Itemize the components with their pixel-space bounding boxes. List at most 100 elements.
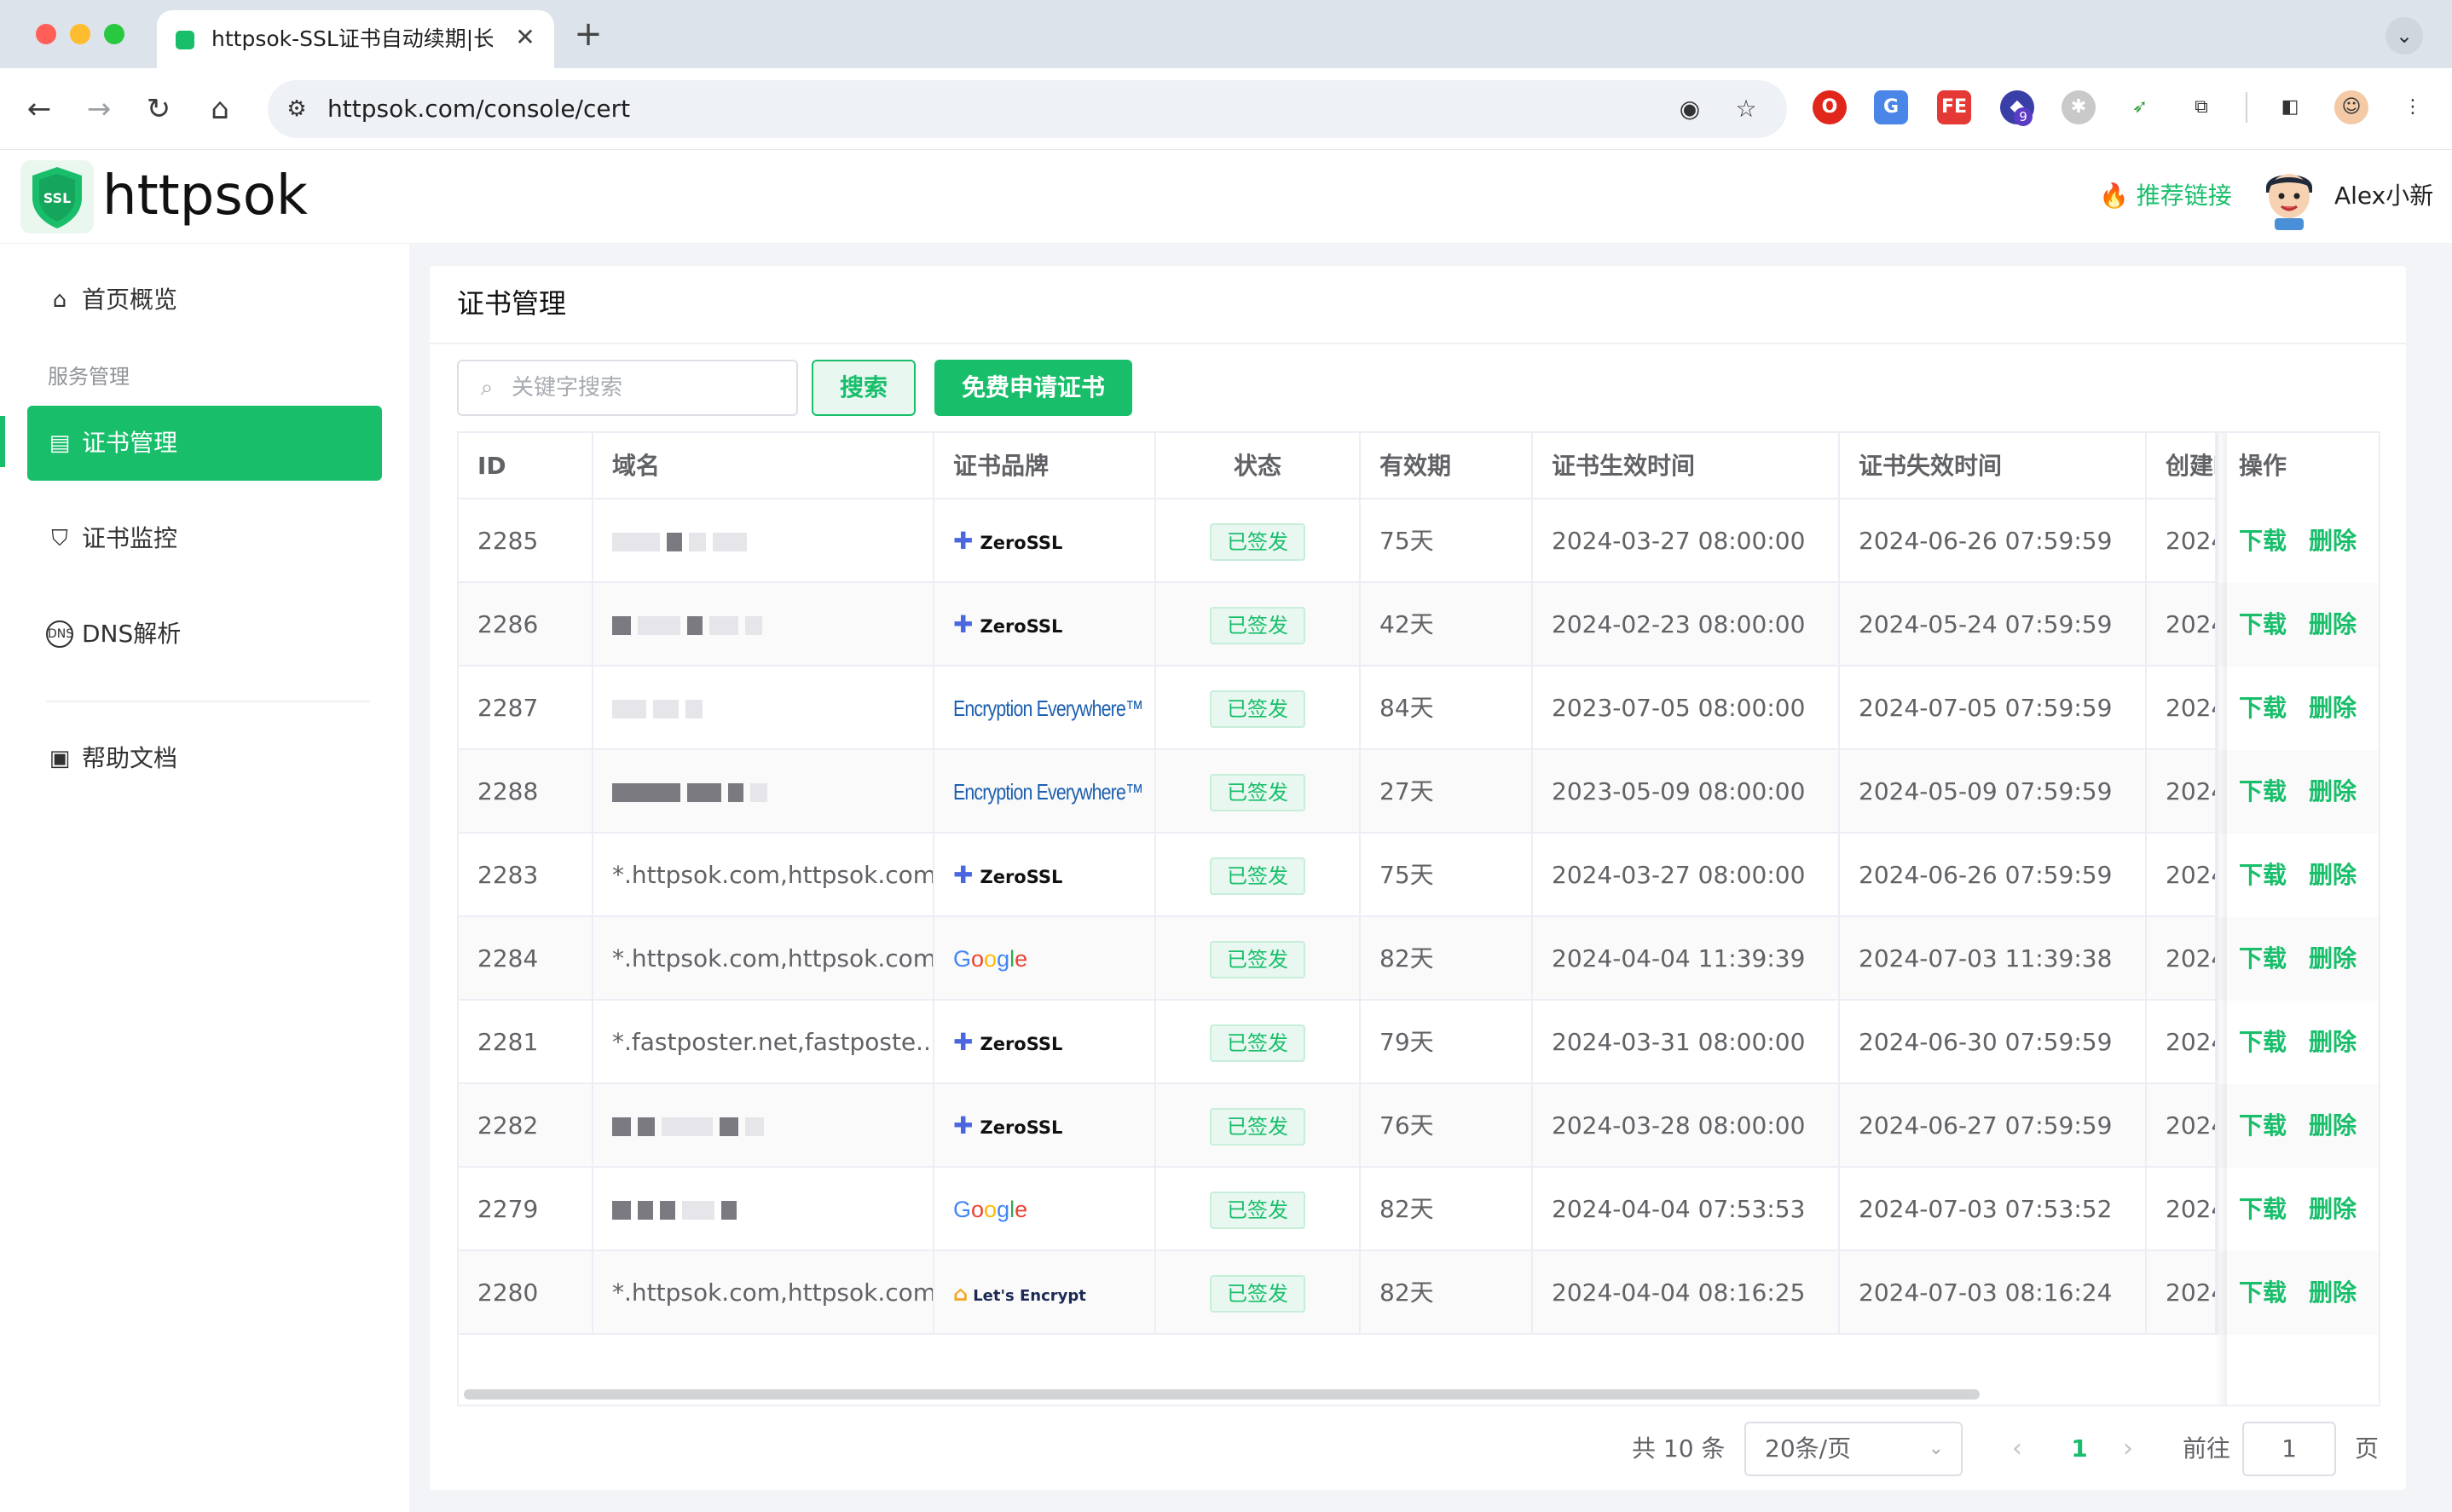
cell-id: 2287	[459, 667, 593, 750]
horizontal-scrollbar[interactable]	[464, 1389, 1980, 1399]
extension-leaf-icon[interactable]: ➶	[2123, 90, 2157, 124]
address-bar[interactable]: ⚙ httpsok.com/console/cert ◉ ☆	[268, 80, 1787, 138]
search-box[interactable]: ⌕	[457, 360, 798, 416]
delete-link[interactable]: 删除	[2309, 861, 2357, 889]
delete-link[interactable]: 删除	[2309, 527, 2357, 555]
tab-search-chevron-icon[interactable]: ⌄	[2385, 17, 2423, 55]
table-row: 2283 *.httpsok.com,httpsok.com ✚ ZeroSSL 已签发…	[459, 834, 2379, 917]
delete-link[interactable]: 删除	[2309, 944, 2357, 972]
goto-page-input[interactable]: 1	[2242, 1422, 2336, 1476]
download-link[interactable]: 下载	[2239, 1195, 2287, 1223]
download-link[interactable]: 下载	[2239, 1111, 2287, 1140]
download-link[interactable]: 下载	[2239, 777, 2287, 805]
reload-icon[interactable]: ↻	[138, 89, 179, 130]
delete-link[interactable]: 删除	[2309, 1278, 2357, 1307]
delete-link[interactable]: 删除	[2309, 777, 2357, 805]
sidebar-item-cert-monitor[interactable]: ⛉ 证书监控	[27, 501, 382, 576]
sidebar-item-dns[interactable]: DNS DNS解析	[27, 597, 382, 672]
download-link[interactable]: 下载	[2239, 694, 2287, 722]
cell-validity: 84天	[1361, 667, 1533, 750]
tab-close-icon[interactable]: ✕	[510, 22, 541, 53]
zerossl-puzzle-icon: ✚	[953, 1111, 974, 1140]
new-tab-button[interactable]: +	[570, 15, 607, 53]
brand-name: ZeroSSL	[980, 533, 1063, 553]
logo-text[interactable]: httpsok	[102, 162, 308, 230]
download-link[interactable]: 下载	[2239, 944, 2287, 972]
cell-created: 2024	[2147, 1001, 2217, 1084]
search-input[interactable]	[510, 370, 783, 406]
cell-validity: 82天	[1361, 917, 1533, 1001]
url-text[interactable]: httpsok.com/console/cert	[327, 94, 630, 124]
site-settings-icon[interactable]: ⚙	[281, 94, 312, 124]
download-link[interactable]: 下载	[2239, 527, 2287, 555]
sidebar-item-label: 首页概览	[82, 286, 178, 314]
eye-off-icon[interactable]: ◉	[1673, 94, 1707, 124]
chevron-down-icon: ⌄	[1928, 1438, 1944, 1459]
cell-domain	[593, 499, 934, 583]
page-size-select[interactable]: 20条/页 ⌄	[1744, 1422, 1963, 1476]
home-icon[interactable]: ⌂	[200, 89, 240, 130]
download-link[interactable]: 下载	[2239, 1278, 2287, 1307]
browser-tab[interactable]: httpsok-SSL证书自动续期|长沙 ✕	[157, 10, 554, 68]
recommend-link[interactable]: 🔥 推荐链接	[2099, 179, 2232, 213]
brand-letter: e	[1015, 946, 1028, 972]
redacted-block	[638, 1117, 655, 1136]
extension-translate-icon[interactable]: G	[1874, 90, 1908, 124]
cell-actions: 下载 删除	[2217, 1084, 2379, 1168]
back-arrow-icon[interactable]: ←	[19, 89, 60, 130]
username[interactable]: Alex小新	[2334, 179, 2433, 213]
table-row: 2279 Google 已签发 82天 2024-04-04 07:53:53 2024-…	[459, 1168, 2379, 1251]
download-link[interactable]: 下载	[2239, 861, 2287, 889]
extension-gear-icon[interactable]: ✱	[2062, 90, 2096, 124]
sidebar-item-label: DNS解析	[82, 620, 182, 648]
delete-link[interactable]: 删除	[2309, 694, 2357, 722]
profile-avatar-icon[interactable]: ☺	[2334, 90, 2368, 124]
cell-brand: ⌂ Let's Encrypt	[934, 1251, 1156, 1335]
window-close-button[interactable]	[36, 24, 56, 44]
download-link[interactable]: 下载	[2239, 610, 2287, 638]
cell-actions: 下载 删除	[2217, 917, 2379, 1001]
cell-brand: Google	[934, 1168, 1156, 1251]
status-badge: 已签发	[1210, 523, 1305, 561]
cell-created: 2024	[2147, 1084, 2217, 1168]
redacted-block	[662, 1117, 713, 1136]
prev-page-icon[interactable]: ‹	[2000, 1422, 2034, 1476]
window-minimize-button[interactable]	[70, 24, 90, 44]
download-link[interactable]: 下载	[2239, 1028, 2287, 1056]
delete-link[interactable]: 删除	[2309, 1195, 2357, 1223]
cell-created: 2024	[2147, 1168, 2217, 1251]
extension-opera-icon[interactable]: O	[1813, 90, 1847, 124]
extensions-puzzle-icon[interactable]: ⧉	[2184, 90, 2218, 124]
next-page-icon[interactable]: ›	[2111, 1422, 2145, 1476]
certificate-icon: ▤	[49, 430, 71, 456]
sidebar-item-cert-management[interactable]: ▤ 证书管理	[27, 406, 382, 481]
cell-brand: ✚ ZeroSSL	[934, 583, 1156, 667]
window-zoom-button[interactable]	[104, 24, 124, 44]
table-row: 2287 Encryption Everywhere™ 已签发 84天 2023-07-…	[459, 667, 2379, 750]
ssl-shield-logo-icon[interactable]: SSL	[20, 160, 94, 234]
redacted-block	[713, 533, 747, 551]
delete-link[interactable]: 删除	[2309, 610, 2357, 638]
cell-domain	[593, 750, 934, 834]
side-panel-icon[interactable]: ◧	[2273, 90, 2307, 124]
delete-link[interactable]: 删除	[2309, 1111, 2357, 1140]
user-avatar[interactable]	[2259, 162, 2319, 230]
search-button[interactable]: 搜索	[812, 360, 916, 416]
forward-arrow-icon[interactable]: →	[78, 89, 119, 130]
sidebar-item-docs[interactable]: ▣ 帮助文档	[27, 721, 382, 796]
redacted-block	[687, 783, 721, 802]
column-header-id: ID	[459, 433, 593, 499]
page-number-current[interactable]: 1	[2058, 1422, 2101, 1476]
brand-name: ZeroSSL	[980, 867, 1063, 887]
table-row: 2282 ✚ ZeroSSL 已签发 76天 2024-03-28 08:00:00 202…	[459, 1084, 2379, 1168]
cell-brand: Encryption Everywhere™	[934, 750, 1156, 834]
delete-link[interactable]: 删除	[2309, 1028, 2357, 1056]
cell-start-time: 2023-05-09 08:00:00	[1533, 750, 1840, 834]
apply-cert-button[interactable]: 免费申请证书	[934, 360, 1132, 416]
browser-menu-icon[interactable]: ⋮	[2396, 90, 2430, 124]
sidebar-item-dashboard[interactable]: ⌂ 首页概览	[27, 263, 382, 338]
bookmark-star-icon[interactable]: ☆	[1729, 94, 1763, 124]
redacted-block	[721, 1201, 737, 1220]
brand-name: ZeroSSL	[980, 616, 1063, 637]
extension-fe-icon[interactable]: FE	[1937, 90, 1971, 124]
